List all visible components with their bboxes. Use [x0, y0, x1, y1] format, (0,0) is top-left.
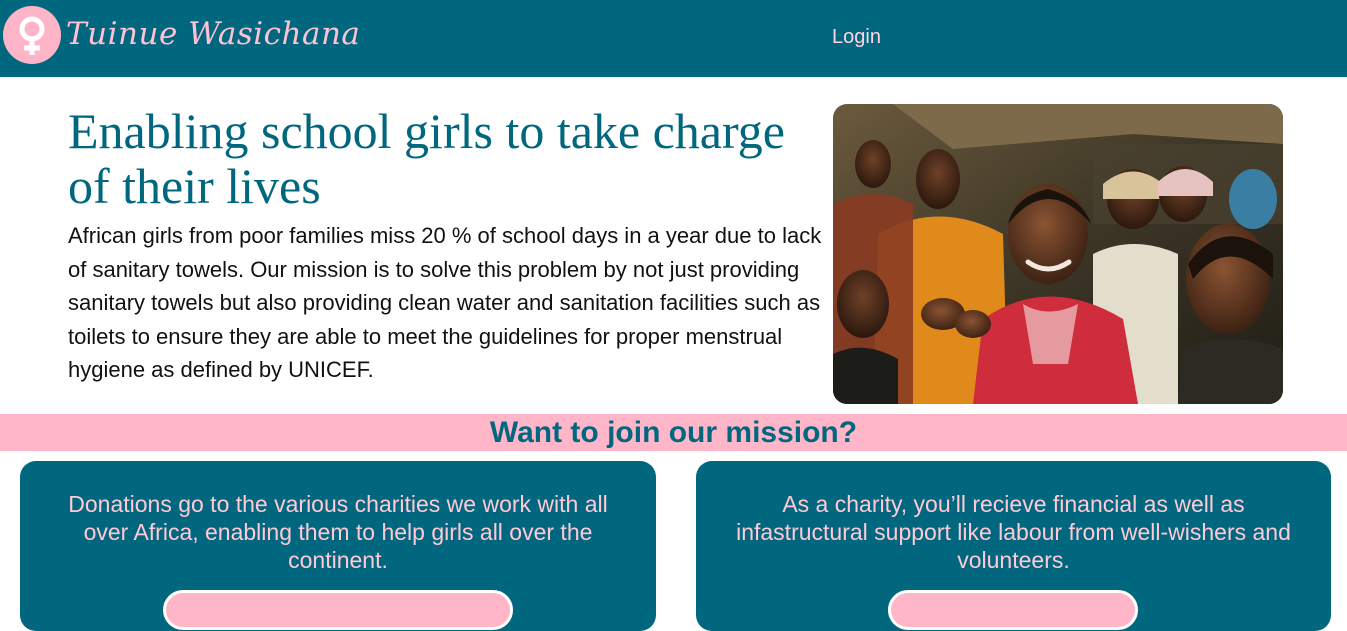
login-link[interactable]: Login	[832, 25, 881, 49]
site-header: Tuinue Wasichana Login	[0, 0, 1347, 77]
donor-card: Donations go to the various charities we…	[20, 461, 656, 631]
brand-name[interactable]: Tuinue Wasichana	[66, 12, 360, 56]
hero-photo	[833, 104, 1283, 404]
logo[interactable]	[3, 6, 61, 64]
join-heading: Want to join our mission?	[489, 416, 858, 449]
join-banner: Want to join our mission?	[0, 414, 1347, 451]
hero-description: African girls from poor families miss 20…	[68, 223, 822, 382]
charity-card-text: As a charity, you’ll recieve financial a…	[736, 491, 1291, 573]
smiling-girls-photo	[833, 104, 1283, 404]
donor-card-text: Donations go to the various charities we…	[68, 491, 608, 573]
female-symbol-icon	[19, 16, 45, 55]
charity-card-button[interactable]	[888, 590, 1138, 630]
hero-title: Enabling school girls to take charge of …	[68, 103, 785, 214]
donor-card-button[interactable]	[163, 590, 513, 630]
charity-card: As a charity, you’ll recieve financial a…	[696, 461, 1331, 631]
